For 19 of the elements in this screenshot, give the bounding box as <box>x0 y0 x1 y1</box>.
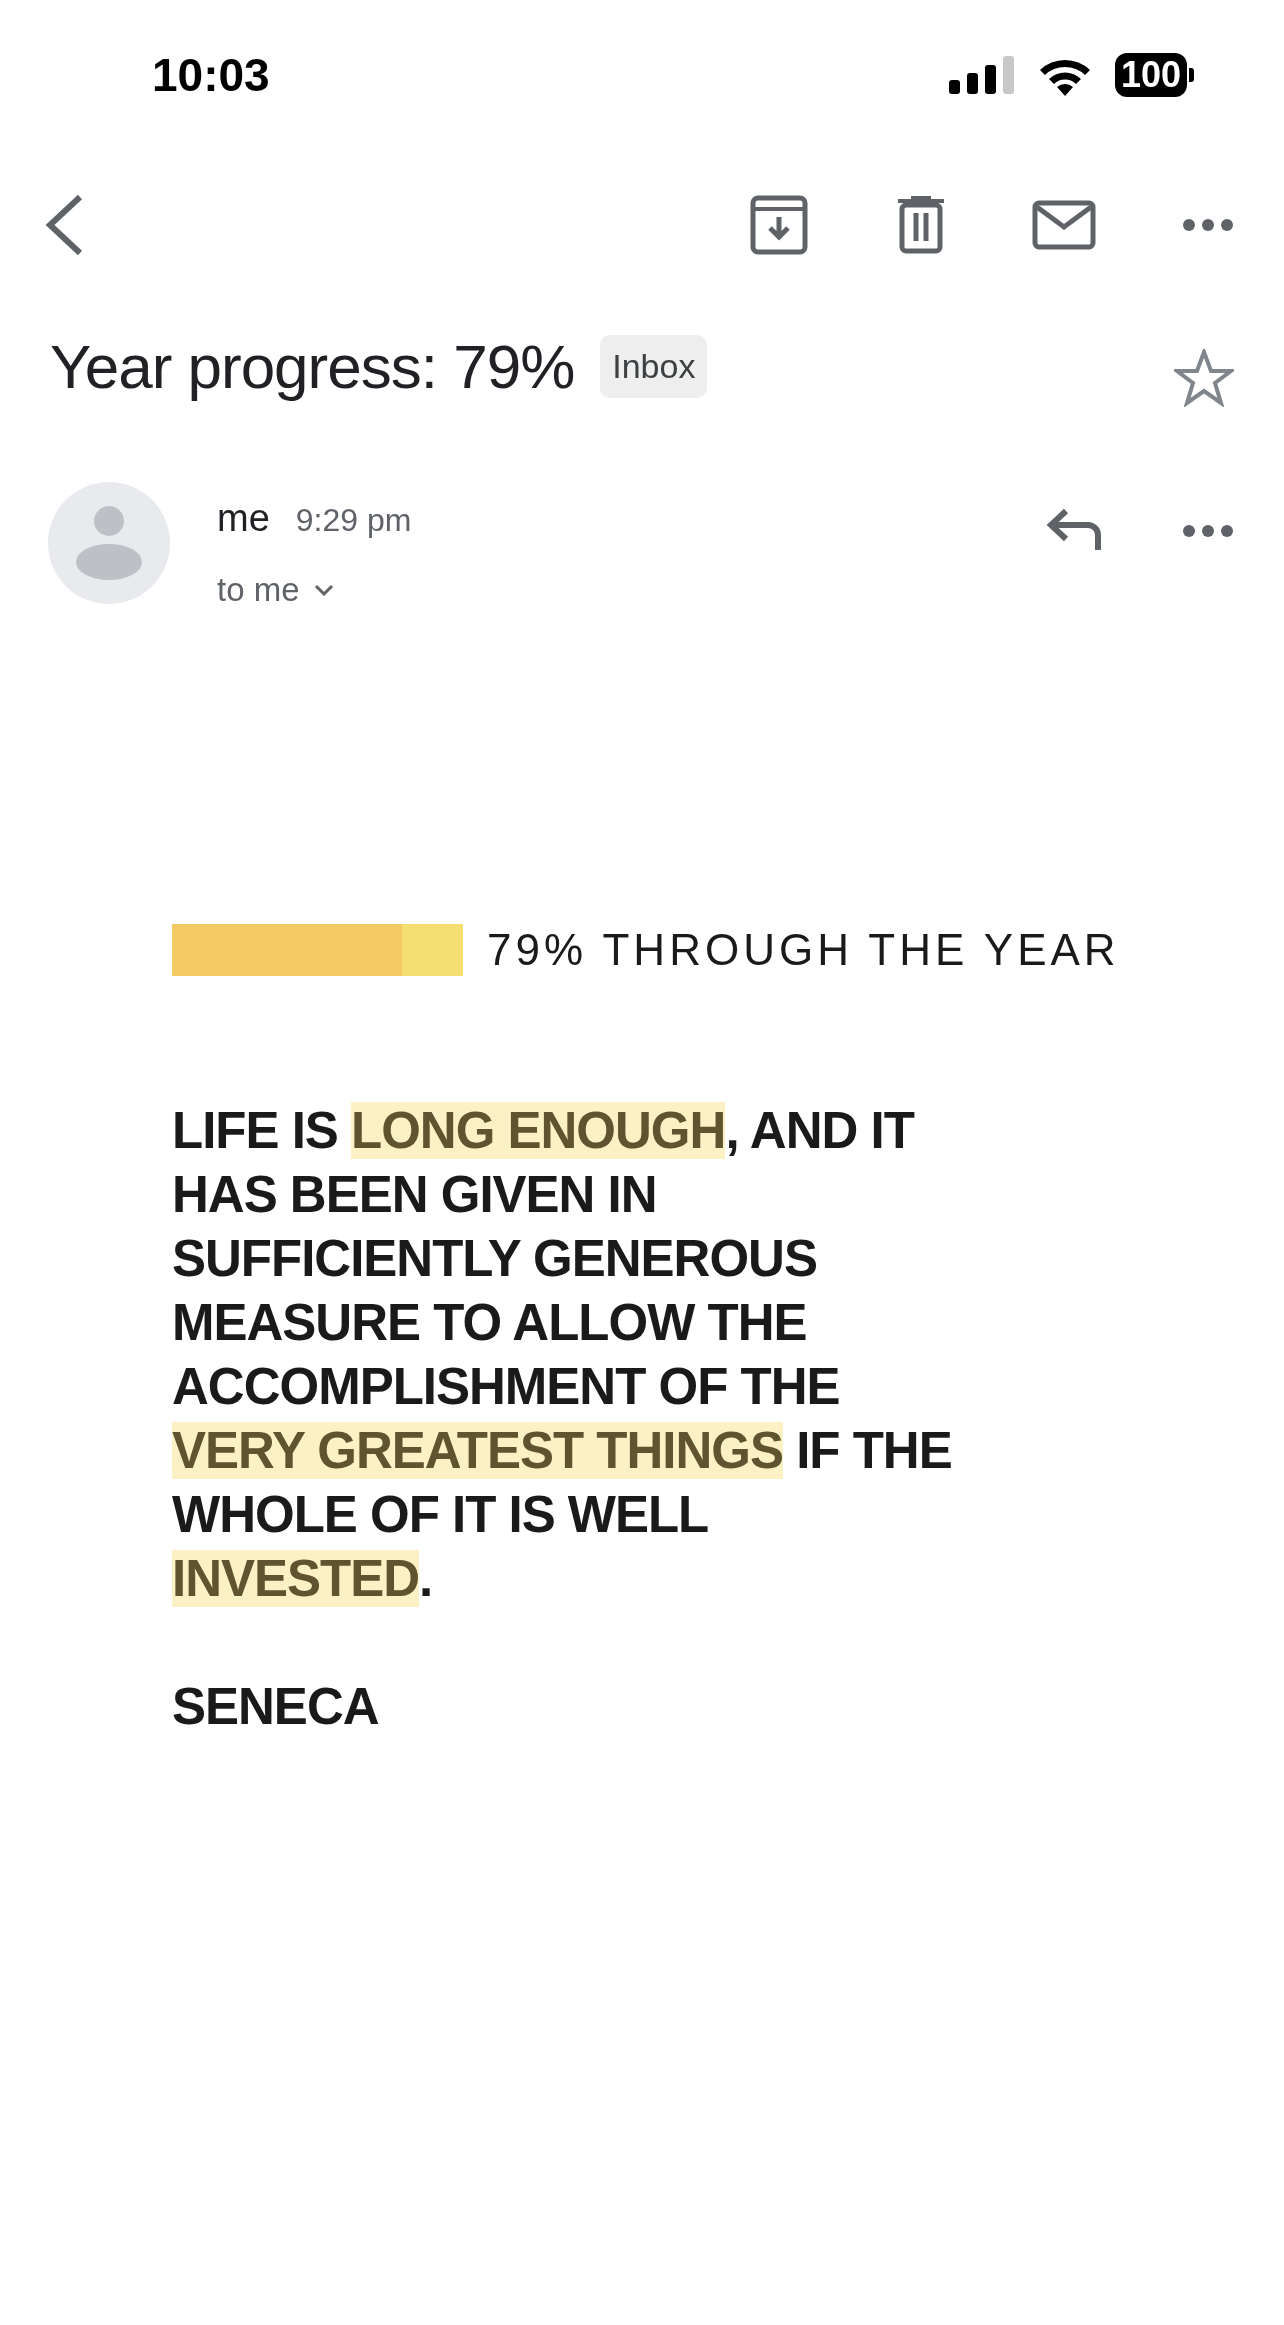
quote-text: LIFE IS LONG ENOUGH, AND IT HAS BEEN GIVEN IN SUFFICIENTLY GENEROUS MEASURE TO ALLOW THE ACCOMPLISHMENT OF THE VERY GREATEST THINGS IF THE WHOLE OF IT IS WELL INVESTED. <box>172 1100 952 1609</box>
reply-icon[interactable] <box>1046 508 1102 552</box>
more-icon[interactable] <box>1182 524 1234 538</box>
star-icon[interactable] <box>1174 349 1234 407</box>
email-subject: Year progress: 79% <box>50 330 575 403</box>
progress-caption: 79% THROUGH THE YEAR <box>487 923 1120 976</box>
more-icon[interactable] <box>1182 218 1234 232</box>
message-time: 9:29 pm <box>295 501 412 540</box>
recipients-toggle[interactable]: to me <box>217 565 412 615</box>
chevron-down-icon <box>313 583 334 596</box>
back-icon[interactable] <box>44 194 84 256</box>
mail-icon[interactable] <box>1032 200 1096 250</box>
archive-icon[interactable] <box>750 195 808 255</box>
status-time: 10:03 <box>152 47 270 103</box>
inbox-label[interactable]: Inbox <box>600 334 708 398</box>
signal-icon <box>948 56 1015 94</box>
delete-icon[interactable] <box>896 196 946 254</box>
sender-name: me <box>217 496 270 541</box>
quote-author: SENECA <box>172 1676 379 1737</box>
